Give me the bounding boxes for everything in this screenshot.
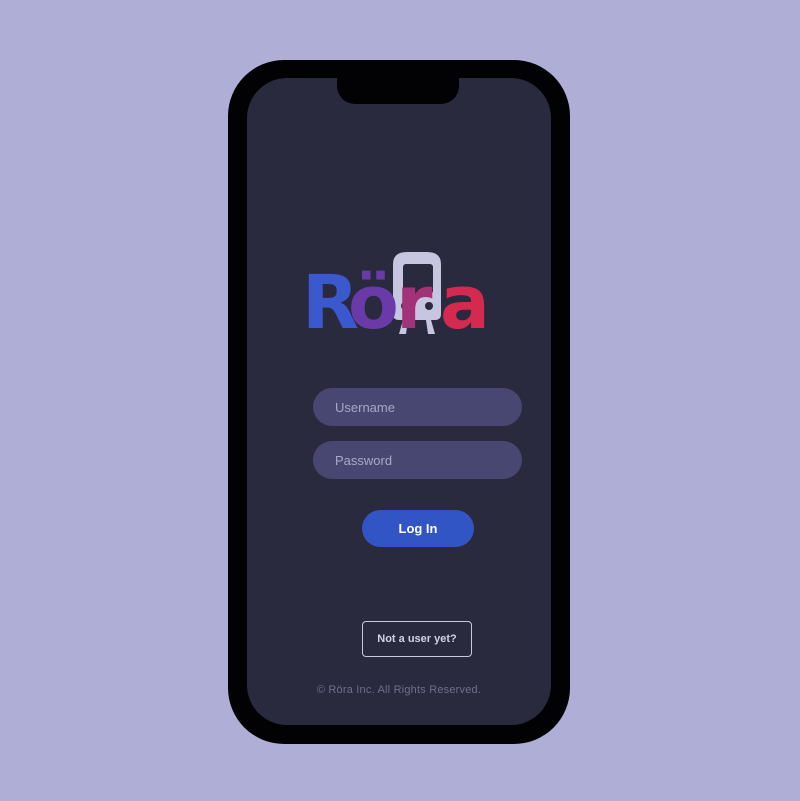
phone-frame: Log In Not a user yet? © Röra Inc. All R… — [228, 60, 570, 744]
logo-letter-a: a — [440, 260, 490, 338]
password-input[interactable] — [313, 441, 522, 479]
logo-letter-r2: r — [396, 260, 433, 338]
username-input[interactable] — [313, 388, 522, 426]
phone-notch — [337, 78, 459, 104]
signup-button[interactable]: Not a user yet? — [362, 621, 472, 657]
copyright-text: © Röra Inc. All Rights Reserved. — [316, 684, 482, 696]
app-screen: Log In Not a user yet? © Röra Inc. All R… — [247, 78, 551, 725]
login-button[interactable]: Log In — [362, 510, 474, 547]
brand-logo: R ö r a — [302, 260, 490, 338]
logo-letter-o: ö — [348, 260, 399, 338]
